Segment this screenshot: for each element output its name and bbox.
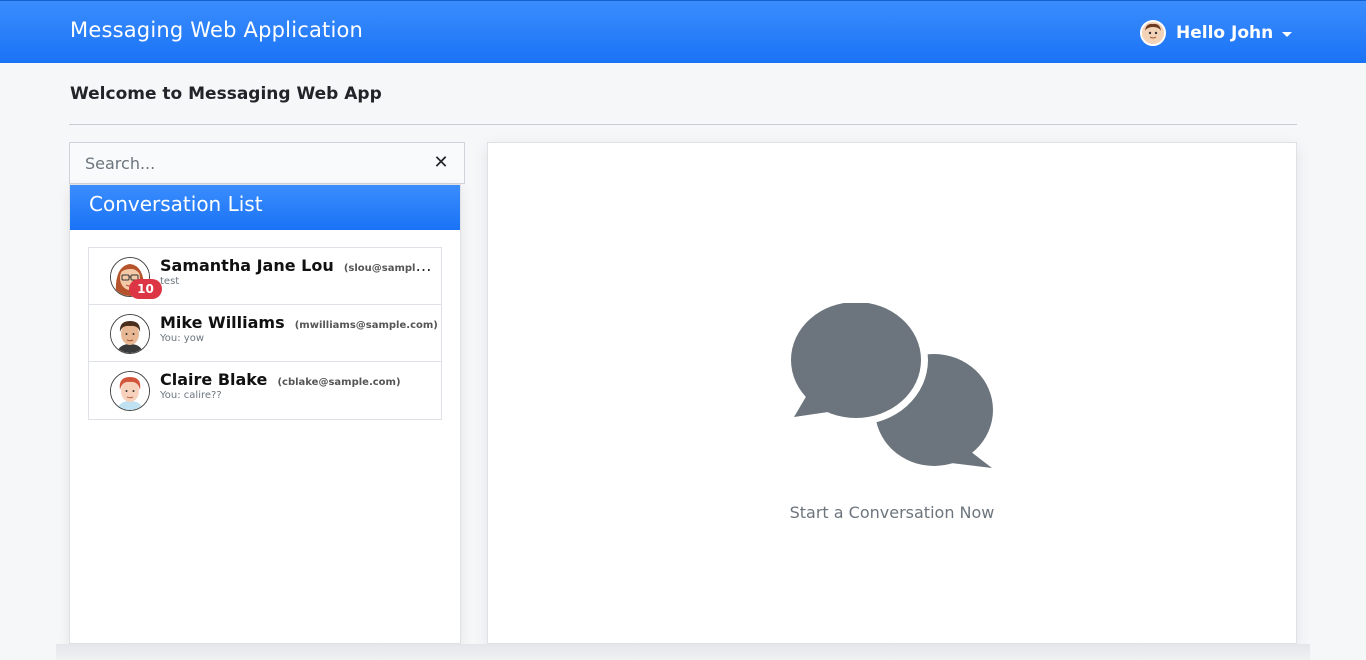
message-preview: You: calire??	[160, 390, 222, 401]
conversation-list: 10 Samantha Jane Lou (slou@sample.com) t…	[88, 247, 442, 420]
navbar: Messaging Web Application Hello John	[0, 0, 1366, 63]
chat-bubbles-icon	[791, 303, 993, 468]
woman-redhair-avatar-icon	[110, 371, 150, 411]
chevron-down-icon	[1282, 31, 1293, 37]
conversation-panel: Conversation List 10 Samantha Jane Lou (…	[69, 184, 461, 644]
search-box: ✕	[69, 142, 465, 184]
contact-email: (mwilliams@sample.com)	[294, 320, 438, 331]
contact-email: (cblake@sample.com)	[277, 377, 401, 388]
divider	[69, 124, 1297, 125]
user-avatar	[1140, 20, 1166, 46]
empty-state-message: Start a Conversation Now	[789, 503, 995, 522]
user-menu-dropdown[interactable]: Hello John	[1140, 19, 1293, 47]
message-preview: test	[160, 276, 180, 287]
chat-panel: Start a Conversation Now	[487, 142, 1297, 644]
user-greeting: Hello John	[1176, 23, 1274, 43]
conversation-list-title: Conversation List	[70, 185, 460, 230]
contact-name: Claire Blake	[160, 370, 268, 389]
unread-badge: 10	[129, 279, 162, 299]
contact-email: (slou@sample.com)	[343, 263, 438, 274]
page-title: Welcome to Messaging Web App	[70, 84, 382, 104]
list-item[interactable]: Mike Williams (mwilliams@sample.com) You…	[89, 305, 441, 362]
list-item[interactable]: Claire Blake (cblake@sample.com) You: ca…	[89, 362, 441, 419]
close-icon[interactable]: ✕	[431, 152, 451, 174]
message-preview: You: yow	[160, 333, 204, 344]
contact-name: Samantha Jane Lou	[160, 256, 334, 275]
list-item[interactable]: 10 Samantha Jane Lou (slou@sample.com) t…	[89, 248, 441, 305]
page-footer-shadow	[56, 644, 1310, 660]
search-input[interactable]	[70, 143, 424, 183]
contact-name: Mike Williams	[160, 313, 285, 332]
man-avatar-icon	[110, 314, 150, 354]
brand-title[interactable]: Messaging Web Application	[70, 18, 363, 42]
